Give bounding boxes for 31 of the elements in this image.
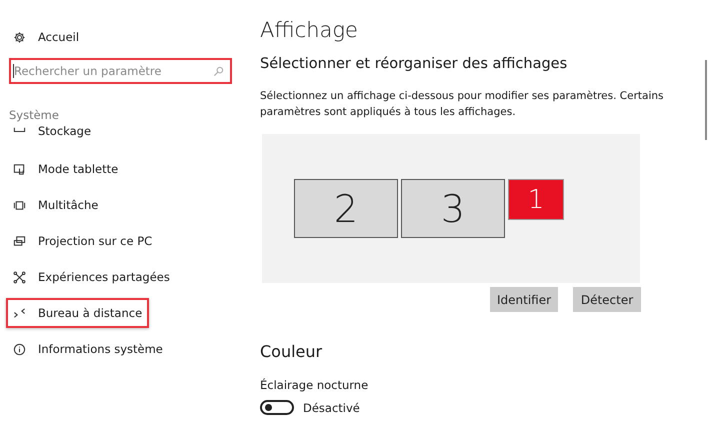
chevrons-icon [13, 306, 26, 320]
search-icon [213, 66, 224, 76]
home-link[interactable]: Accueil [6, 22, 86, 52]
window-stack-icon [13, 198, 26, 212]
action-button[interactable]: Identifier [490, 287, 558, 312]
sidebar-item[interactable]: Mode tablette [6, 154, 126, 184]
screens-icon [13, 234, 26, 248]
action-button[interactable]: Détecter [573, 287, 641, 312]
section-heading: Sélectionner et réorganiser des affichages [260, 56, 568, 72]
display-tile[interactable]: 1 [508, 179, 564, 220]
search-field[interactable]: Rechercher un paramètre [9, 58, 232, 84]
gear-icon [13, 30, 26, 44]
description-text: Sélectionnez un affichage ci-dessous pour modifier ses paramètres. Certains paramètres sont appliqués à tous les affichages. [260, 89, 664, 120]
sidebar-item[interactable]: Informations système [6, 334, 170, 364]
section-heading: Couleur [260, 342, 324, 361]
section-heading: Système [9, 108, 60, 122]
toggle-state-label: Désactivé [303, 400, 360, 414]
page-title: Affichage [260, 18, 359, 42]
network-icon [13, 270, 26, 284]
sidebar-item[interactable]: Projection sur ce PC [6, 226, 160, 256]
sidebar-item[interactable]: Stockage [6, 122, 98, 140]
sidebar-item[interactable]: Bureau à distance [6, 298, 150, 328]
toggle-switch[interactable] [260, 400, 294, 415]
display-tile[interactable]: 2 [294, 179, 398, 238]
display-tile[interactable]: 3 [401, 179, 505, 238]
sidebar-item[interactable]: Expériences partagées [6, 262, 177, 292]
setting-label: Éclairage nocturne [260, 378, 370, 392]
info-icon [13, 342, 26, 356]
sidebar-item[interactable]: Multitâche [6, 190, 106, 220]
scrollbar[interactable] [705, 60, 707, 140]
tablet-icon [13, 162, 26, 176]
